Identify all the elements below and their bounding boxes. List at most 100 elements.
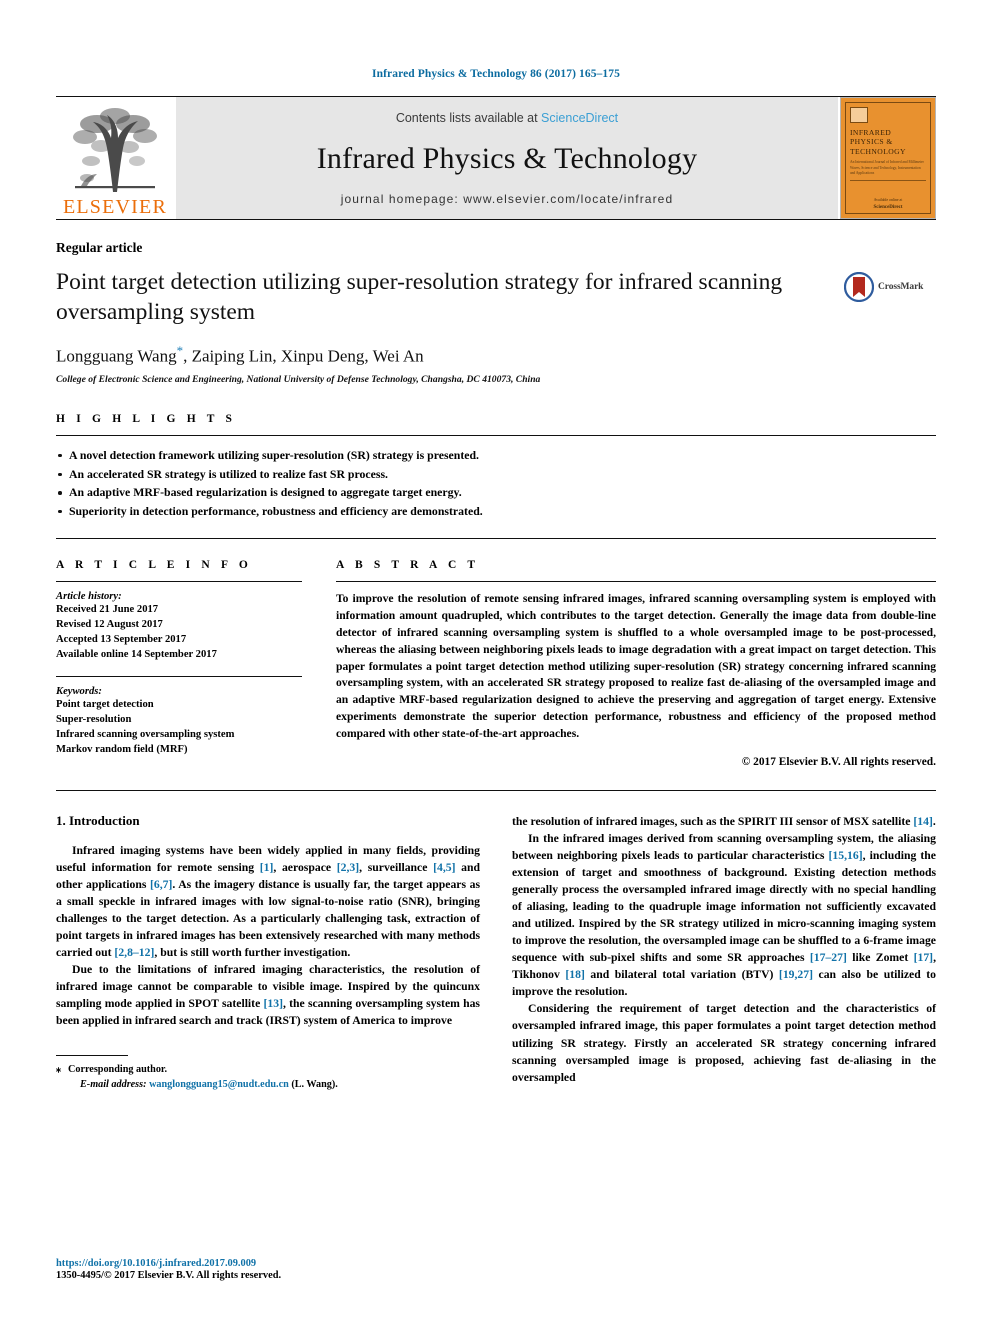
journal-homepage[interactable]: journal homepage: www.elsevier.com/locat… [341, 192, 673, 206]
authors-rest: , Zaiping Lin, Xinpu Deng, Wei An [183, 346, 424, 366]
paragraph-text: like Zomet [846, 951, 914, 965]
cover-footer-brand: ScienceDirect [850, 204, 926, 212]
abstract-label: A B S T R A C T [336, 559, 480, 572]
crossmark-label: CrossMark [878, 282, 924, 292]
corresponding-author-note: ⁎ Corresponding author. [56, 1063, 480, 1078]
author-list: Longguang Wang*, Zaiping Lin, Xinpu Deng… [56, 343, 936, 367]
abstract-text: To improve the resolution of remote sens… [336, 592, 936, 740]
abstract-copyright: © 2017 Elsevier B.V. All rights reserved… [741, 755, 936, 768]
cover-publisher-mark-icon [850, 107, 868, 123]
footnote-rule [56, 1055, 128, 1057]
abstract-bottom-rule [56, 789, 936, 791]
elsevier-wordmark: ELSEVIER [62, 196, 168, 218]
article-info-separator [56, 675, 302, 677]
cover-subtitle: An International Journal of Infrared and… [850, 160, 924, 175]
highlight-item: A novel detection framework utilizing su… [56, 446, 936, 465]
elsevier-logo: ELSEVIER [56, 97, 174, 219]
paragraph-text: and bilateral total variation (BTV) [584, 968, 779, 982]
cover-spacer [850, 181, 926, 198]
article-history-item: Accepted 13 September 2017 [56, 634, 187, 646]
body-column-left: 1. Introduction Infrared imaging systems… [56, 813, 480, 1093]
highlights-label: H I G H L I G H T S [56, 412, 237, 425]
email-owner: (L. Wang). [291, 1079, 338, 1091]
section-title-introduction: 1. Introduction [56, 812, 140, 828]
article-history-lines: Received 21 June 2017 Revised 12 August 2… [56, 602, 302, 662]
paragraph-text: , aerospace [273, 860, 337, 874]
footnote-block: ⁎ Corresponding author. E-mail address: w… [56, 1055, 480, 1093]
right-paragraphs: the resolution of infrared images, such … [512, 813, 936, 1086]
sciencedirect-link[interactable]: ScienceDirect [541, 111, 618, 125]
body-paragraph: the resolution of infrared images, such … [512, 813, 936, 830]
affiliation: College of Electronic Science and Engine… [56, 373, 541, 385]
body-columns: 1. Introduction Infrared imaging systems… [56, 813, 936, 1093]
article-history-group: Article history: Received 21 June 2017 Re… [56, 591, 302, 662]
citation-link[interactable]: [6,7] [150, 878, 172, 891]
article-info-rule [56, 581, 302, 583]
citation-link[interactable]: [15,16] [829, 849, 863, 862]
abstract-rule [336, 581, 936, 583]
journal-title: Infrared Physics & Technology [316, 141, 698, 175]
crossmark-badge[interactable]: CrossMark [843, 271, 936, 303]
asterisk-icon: ⁎ [56, 1064, 61, 1076]
cover-inner: INFRARED PHYSICS & TECHNOLOGY An Interna… [845, 102, 931, 214]
body-column-right: the resolution of infrared images, such … [512, 813, 936, 1093]
keywords-head: Keywords: [56, 685, 102, 697]
running-head: Infrared Physics & Technology 86 (2017) … [372, 68, 620, 80]
citation-link[interactable]: [4,5] [433, 861, 455, 874]
title-row: Point target detection utilizing super-r… [56, 268, 936, 327]
corresponding-author-text: Corresponding author. [68, 1064, 168, 1076]
citation-link[interactable]: [2,3] [337, 861, 359, 874]
paragraph-text: , including the extension of target and … [512, 848, 936, 965]
citation-link[interactable]: [19,27] [779, 968, 813, 981]
body-paragraph: Considering the requirement of target de… [512, 1000, 936, 1085]
journal-cover-thumbnail[interactable]: INFRARED PHYSICS & TECHNOLOGY An Interna… [840, 97, 936, 219]
body-paragraph: In the infrared images derived from scan… [512, 830, 936, 1001]
elsevier-tree-icon [67, 104, 163, 196]
paragraph-text: Considering the requirement of target de… [512, 1002, 936, 1084]
highlight-item: An accelerated SR strategy is utilized t… [56, 465, 936, 484]
citation-link[interactable]: [18] [565, 968, 584, 981]
page-title: Point target detection utilizing super-r… [56, 269, 783, 325]
cover-title: INFRARED PHYSICS & TECHNOLOGY [850, 128, 906, 156]
doi-block: https://doi.org/10.1016/j.infrared.2017.… [56, 1258, 486, 1281]
highlights-list: A novel detection framework utilizing su… [56, 446, 936, 521]
article-history-item: Revised 12 August 2017 [56, 619, 163, 631]
keyword-item: Markov random field (MRF) [56, 743, 188, 755]
highlight-item: Superiority in detection performance, ro… [56, 502, 936, 521]
article-info-label: A R T I C L E I N F O [56, 559, 252, 572]
paragraph-text: , surveillance [359, 860, 434, 874]
highlights-section: H I G H L I G H T S A novel detection fr… [56, 413, 936, 521]
paragraph-text: the resolution of infrared images, such … [512, 814, 914, 828]
citation-link[interactable]: [13] [264, 997, 283, 1010]
article-history-head: Article history: [56, 591, 122, 603]
citation-link[interactable]: [17–27] [810, 951, 847, 964]
crossmark-icon [843, 271, 875, 303]
keyword-item: Super-resolution [56, 713, 132, 725]
body-paragraph: Infrared imaging systems have been widel… [56, 842, 480, 962]
info-abstract-block: A R T I C L E I N F O Article history: R… [56, 559, 936, 768]
highlights-rule [56, 434, 936, 436]
cover-footer-brand-text: ScienceDirect [873, 204, 903, 210]
article-type: Regular article [56, 240, 143, 255]
email-link[interactable]: wanglongguang15@nudt.edu.cn [149, 1079, 289, 1090]
issn-copyright-line: 1350-4495/© 2017 Elsevier B.V. All right… [56, 1270, 282, 1281]
highlights-bottom-rule [56, 538, 936, 540]
keyword-item: Infrared scanning oversampling system [56, 728, 235, 740]
keywords-group: Keywords: Point target detection Super-re… [56, 686, 302, 757]
paragraph-text: . [932, 814, 936, 828]
body-paragraph: Due to the limitations of infrared imagi… [56, 961, 480, 1029]
left-paragraphs: Infrared imaging systems have been widel… [56, 842, 480, 1030]
masthead-bottom-rule [56, 219, 936, 220]
article-history-item: Received 21 June 2017 [56, 604, 159, 616]
doi-link[interactable]: https://doi.org/10.1016/j.infrared.2017.… [56, 1258, 486, 1269]
contents-prefix: Contents lists available at [395, 110, 542, 125]
highlight-item: An adaptive MRF-based regularization is … [56, 483, 936, 502]
citation-link[interactable]: [1] [260, 861, 274, 874]
article-history-item: Available online 14 September 2017 [56, 649, 217, 661]
keywords-lines: Point target detection Super-resolution In… [56, 697, 302, 757]
citation-link[interactable]: [2,8–12] [114, 946, 154, 959]
citation-link[interactable]: [14] [913, 815, 932, 828]
paper-page: Infrared Physics & Technology 86 (2017) … [0, 0, 992, 1323]
paragraph-text: , but is still worth further investigati… [154, 946, 351, 960]
citation-link[interactable]: [17] [914, 951, 933, 964]
